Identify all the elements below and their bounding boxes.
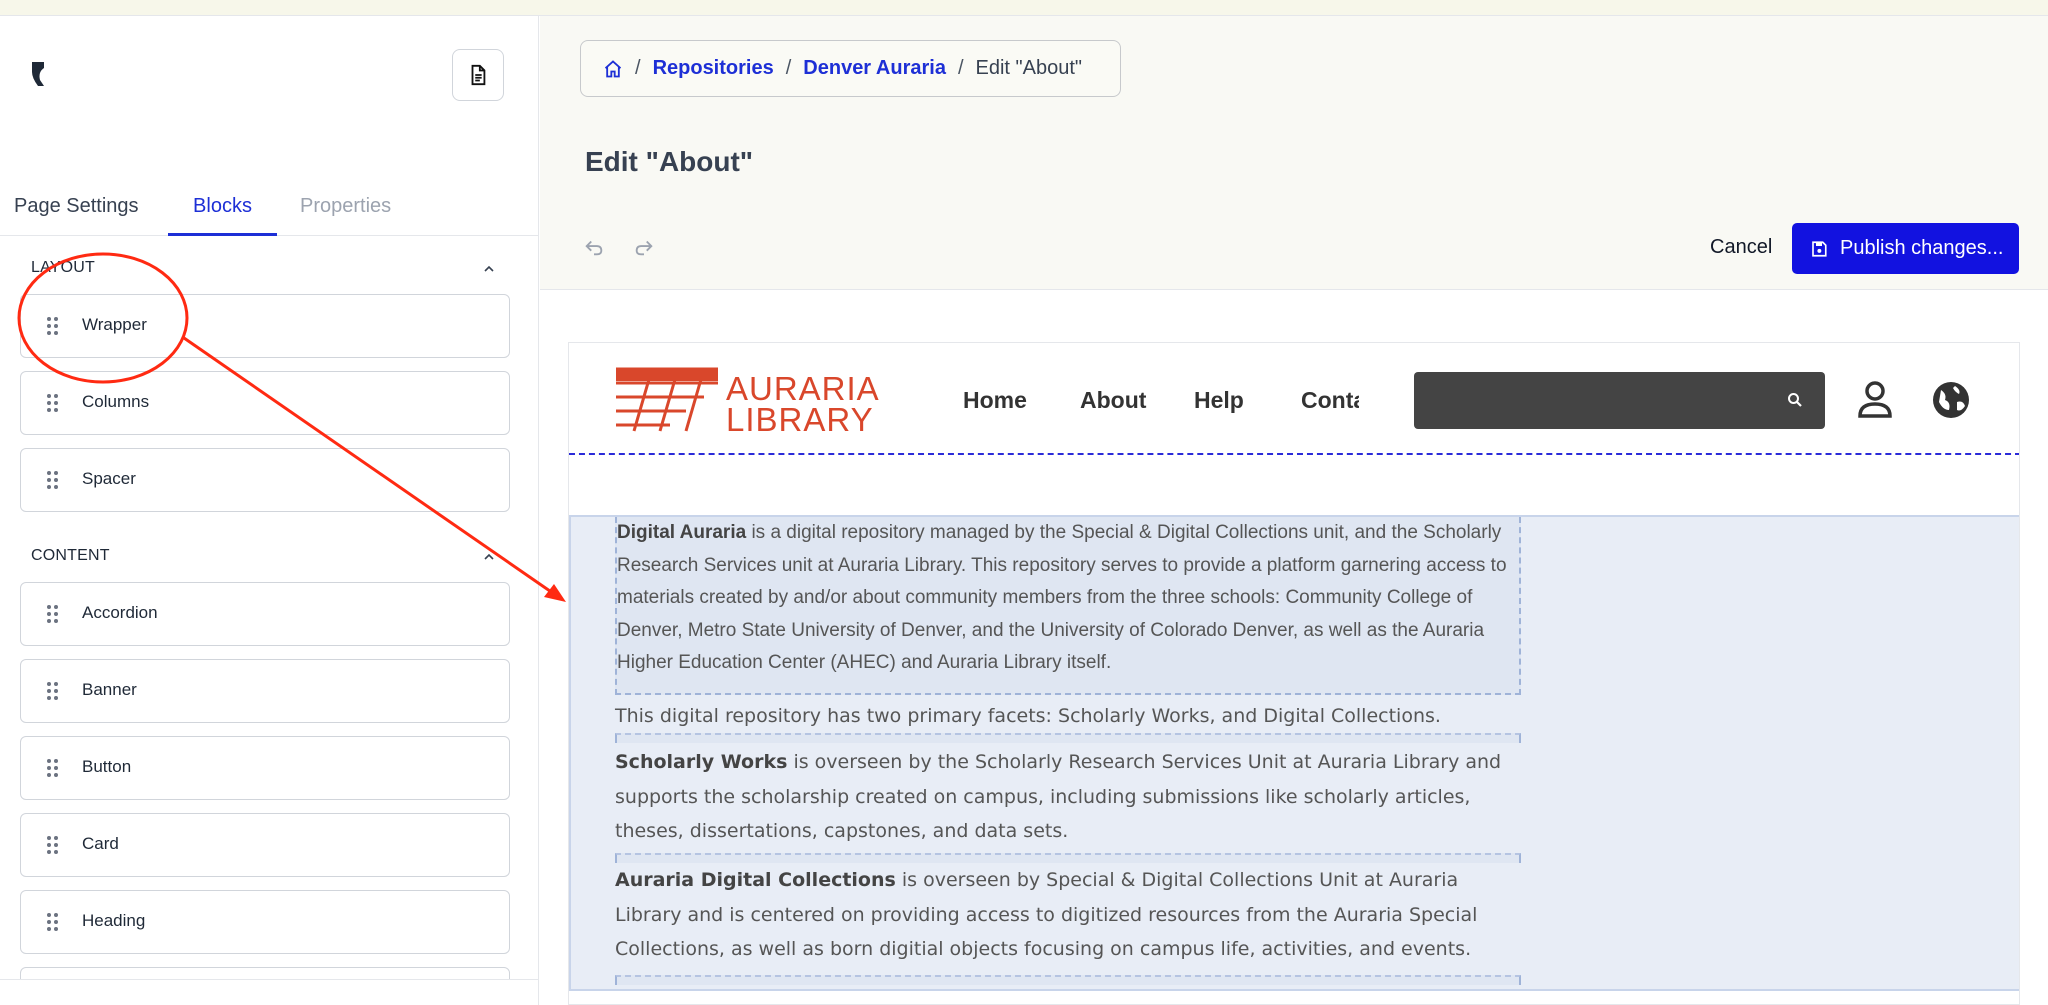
chevron-up-icon[interactable] — [482, 550, 496, 564]
editor-sidebar: Page Settings Blocks Properties LAYOUT W… — [0, 16, 539, 1005]
section-title-layout: LAYOUT — [31, 259, 96, 276]
block-item-banner[interactable]: Banner — [20, 659, 510, 723]
block-item-button[interactable]: Button — [20, 736, 510, 800]
block-item-label: Card — [82, 834, 119, 853]
text-block-facets[interactable]: This digital repository has two primary … — [615, 699, 1521, 734]
nav-help[interactable]: Help — [1194, 387, 1244, 414]
section-title-content: CONTENT — [31, 547, 110, 564]
logo-line2: LIBRARY — [726, 401, 874, 433]
facets-text: This digital repository has two primary … — [615, 705, 1441, 727]
globe-icon[interactable] — [1931, 380, 1971, 420]
block-item-label: Button — [82, 757, 132, 776]
breadcrumb-separator: / — [785, 57, 792, 79]
block-item-card[interactable]: Card — [20, 813, 510, 877]
block-item-columns[interactable]: Columns — [20, 371, 510, 435]
drag-handle-icon[interactable] — [47, 836, 59, 854]
page-title: Edit "About" — [585, 146, 754, 177]
page-document-button[interactable] — [452, 49, 504, 101]
undo-icon[interactable] — [583, 236, 605, 258]
app-logo — [32, 62, 44, 86]
breadcrumb-link-denver-auraria[interactable]: Denver Auraria — [803, 57, 946, 80]
breadcrumb-separator: / — [635, 57, 641, 79]
cancel-button[interactable]: Cancel — [1710, 236, 1772, 259]
block-item-label: Banner — [82, 680, 137, 699]
redo-icon[interactable] — [633, 236, 655, 258]
block-divider — [615, 853, 1521, 863]
block-item-heading[interactable]: Heading — [20, 890, 510, 954]
block-item-accordion[interactable]: Accordion — [20, 582, 510, 646]
intro-text: is a digital repository managed by the S… — [617, 522, 1507, 673]
chevron-up-icon[interactable] — [482, 262, 496, 276]
block-divider — [615, 733, 1521, 743]
block-item-spacer[interactable]: Spacer — [20, 448, 510, 512]
home-icon[interactable] — [603, 59, 623, 79]
breadcrumb-link-repositories[interactable]: Repositories — [653, 57, 774, 80]
block-item-label: Columns — [82, 392, 150, 411]
breadcrumb: / Repositories / Denver Auraria / Edit "… — [580, 40, 1121, 97]
content-wrapper-block[interactable]: Digital Auraria is a digital repository … — [569, 515, 2019, 991]
nav-contact[interactable]: Conta — [1301, 387, 1359, 414]
site-search-input[interactable] — [1414, 372, 1825, 429]
nav-about[interactable]: About — [1080, 387, 1146, 414]
drag-handle-icon[interactable] — [47, 394, 59, 412]
drag-handle-icon[interactable] — [47, 913, 59, 931]
publish-changes-button[interactable]: Publish changes... — [1792, 223, 2019, 274]
save-icon — [1812, 240, 1827, 257]
block-divider — [615, 975, 1521, 985]
editor-header: / Repositories / Denver Auraria / Edit "… — [540, 16, 2048, 290]
auraria-library-logo: AURARIA LIBRARY — [616, 367, 879, 433]
drag-handle-icon[interactable] — [47, 759, 59, 777]
breadcrumb-current: Edit "About" — [975, 57, 1082, 79]
document-icon — [471, 64, 486, 86]
tab-properties[interactable]: Properties — [286, 170, 405, 236]
page-preview[interactable]: AURARIA LIBRARY Home About Help Conta — [568, 342, 2020, 1005]
text-block-intro[interactable]: Digital Auraria is a digital repository … — [615, 517, 1521, 695]
drag-handle-icon[interactable] — [47, 317, 59, 335]
text-block-digital-collections[interactable]: Auraria Digital Collections is overseen … — [615, 863, 1521, 967]
block-item-label: Wrapper — [82, 315, 147, 334]
drag-handle-icon[interactable] — [47, 682, 59, 700]
collections-bold: Auraria Digital Collections — [615, 869, 896, 891]
block-item-label: Accordion — [82, 603, 158, 622]
site-header[interactable]: AURARIA LIBRARY Home About Help Conta — [569, 343, 2019, 455]
nav-home[interactable]: Home — [963, 387, 1027, 414]
block-item-wrapper[interactable]: Wrapper — [20, 294, 510, 358]
block-item-label: Spacer — [82, 469, 136, 488]
intro-bold: Digital Auraria — [617, 522, 747, 543]
tab-blocks[interactable]: Blocks — [168, 170, 277, 236]
sidebar-footer — [0, 979, 538, 1005]
tab-page-settings[interactable]: Page Settings — [0, 170, 153, 236]
publish-label: Publish changes... — [1840, 237, 2004, 259]
scholarly-bold: Scholarly Works — [615, 751, 788, 773]
breadcrumb-separator: / — [957, 57, 964, 79]
drag-handle-icon[interactable] — [47, 471, 59, 489]
browser-top-strip — [0, 0, 2048, 16]
text-block-scholarly-works[interactable]: Scholarly Works is overseen by the Schol… — [615, 745, 1521, 849]
sidebar-tabs: Page Settings Blocks Properties — [0, 170, 538, 236]
search-icon[interactable] — [1787, 392, 1803, 408]
user-icon[interactable] — [1857, 380, 1893, 418]
block-item-label: Heading — [82, 911, 146, 930]
drag-handle-icon[interactable] — [47, 605, 59, 623]
editor-main: / Repositories / Denver Auraria / Edit "… — [540, 16, 2048, 1005]
